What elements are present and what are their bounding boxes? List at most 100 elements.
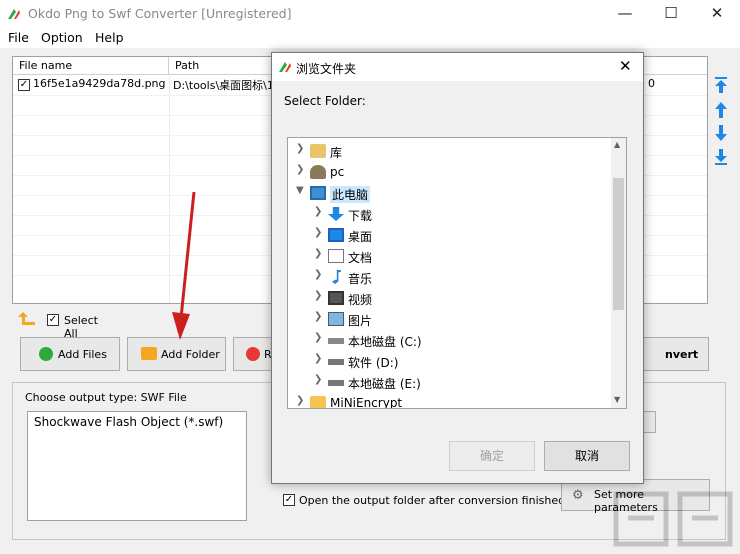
expand-chevron-icon[interactable]: ❯ (314, 311, 322, 322)
folder-icon (141, 347, 157, 360)
scroll-up-icon[interactable]: ▲ (614, 140, 620, 149)
maximize-button[interactable]: ☐ (648, 0, 694, 28)
menu-bar: File Option Help (0, 28, 740, 48)
file-path-cell: D:\tools\桌面图标\1 (173, 79, 273, 92)
add-icon (39, 347, 53, 361)
folder-tree[interactable]: ❯ 库 ❯ pc ▼ 此电脑 ❯ 下载 ❯ 桌面 ❯ 文档 ❯ 音乐 ❯ 视频 ❯ 图片 ❯ 本地磁盘 (C:) ❯ 软件… (287, 137, 627, 409)
app-logo-icon (8, 9, 20, 19)
tree-item[interactable]: ❯ 下载 (288, 204, 611, 224)
tree-item[interactable]: ❯ 本地磁盘 (E:) (288, 372, 611, 392)
tree-item[interactable]: ▼ 此电脑 (288, 183, 611, 203)
expand-chevron-icon[interactable]: ❯ (314, 248, 322, 259)
expand-chevron-icon[interactable]: ❯ (314, 332, 322, 343)
column-header-extra[interactable] (645, 57, 707, 75)
tree-item-label: 库 (330, 146, 343, 160)
select-folder-prompt: Select Folder: (284, 94, 366, 108)
tree-item-label: 软件 (D:) (348, 356, 399, 370)
tree-item[interactable]: ❯ 软件 (D:) (288, 351, 611, 371)
tree-scrollbar[interactable]: ▲ ▼ (611, 138, 626, 408)
tree-item-label: 图片 (348, 314, 373, 328)
tree-item-label: 下载 (348, 209, 373, 223)
dialog-title: 浏览文件夹 (296, 62, 357, 76)
ok-button[interactable]: 确定 (449, 441, 535, 471)
window-title: Okdo Png to Swf Converter [Unregistered] (28, 6, 292, 21)
tree-item-label: 桌面 (348, 230, 373, 244)
collapse-chevron-icon[interactable]: ▼ (296, 185, 304, 196)
tree-item[interactable]: ❯ 音乐 (288, 267, 611, 287)
convert-button[interactable]: nvert (643, 337, 709, 371)
select-all-checkbox[interactable]: ✓ (47, 314, 59, 326)
tree-item[interactable]: ❯ 桌面 (288, 225, 611, 245)
tree-item-label: 文档 (348, 251, 373, 265)
expand-chevron-icon[interactable]: ❯ (314, 269, 322, 280)
row-checkbox[interactable]: ✓ (18, 79, 30, 91)
expand-chevron-icon[interactable]: ❯ (296, 395, 304, 406)
computer-icon (310, 186, 326, 200)
expand-chevron-icon[interactable]: ❯ (314, 374, 322, 385)
output-type-label: Choose output type: SWF File (25, 391, 187, 404)
open-folder-checkbox[interactable]: ✓ (283, 494, 295, 506)
title-bar: Okdo Png to Swf Converter [Unregistered]… (0, 0, 740, 28)
move-bottom-icon[interactable] (714, 148, 728, 166)
file-extra-cell: 0 (648, 77, 655, 90)
dialog-title-bar: 浏览文件夹 ✕ (272, 53, 643, 81)
tree-item[interactable]: ❯ MiNiEncrypt (288, 393, 611, 409)
expand-chevron-icon[interactable]: ❯ (314, 290, 322, 301)
watermark-logo (613, 491, 733, 547)
dialog-close-icon[interactable]: ✕ (619, 57, 632, 75)
remove-icon (246, 347, 260, 361)
move-top-icon[interactable] (714, 76, 728, 94)
tree-item-label: 音乐 (348, 272, 373, 286)
menu-file[interactable]: File (8, 30, 29, 45)
desktop-folder-icon (328, 228, 344, 242)
move-down-icon[interactable] (714, 124, 728, 142)
download-folder-icon (328, 207, 344, 221)
expand-chevron-icon[interactable]: ❯ (314, 353, 322, 364)
expand-chevron-icon[interactable]: ❯ (314, 227, 322, 238)
browse-folder-dialog: 浏览文件夹 ✕ Select Folder: ❯ 库 ❯ pc ▼ 此电脑 ❯ 下载 ❯ 桌面 ❯ 文… (271, 52, 644, 484)
scrollbar-thumb[interactable] (613, 178, 624, 310)
minimize-button[interactable]: — (602, 0, 648, 28)
expand-chevron-icon[interactable]: ❯ (296, 164, 304, 175)
up-level-icon[interactable] (18, 312, 36, 326)
tree-item-label: 视频 (348, 293, 373, 307)
dialog-app-icon (279, 62, 291, 72)
gear-icon: ⚙ (572, 488, 584, 503)
add-files-button[interactable]: Add Files (20, 337, 120, 371)
file-name-cell: 16f5e1a9429da78d.png (33, 77, 166, 90)
tree-item[interactable]: ❯ 库 (288, 141, 611, 161)
menu-option[interactable]: Option (41, 30, 83, 45)
tree-item[interactable]: ❯ 图片 (288, 309, 611, 329)
tree-item[interactable]: ❯ pc (288, 162, 611, 182)
library-icon (310, 144, 326, 158)
cancel-button[interactable]: 取消 (544, 441, 630, 471)
documents-folder-icon (328, 249, 344, 263)
tree-item[interactable]: ❯ 本地磁盘 (C:) (288, 330, 611, 350)
open-folder-label: Open the output folder after conversion … (299, 494, 566, 507)
folder-icon (310, 396, 326, 408)
tree-item-label: pc (330, 165, 345, 179)
remove-button[interactable]: R (233, 337, 273, 371)
pictures-folder-icon (328, 312, 344, 326)
tree-item-label: 此电脑 (330, 186, 371, 203)
output-type-list[interactable]: Shockwave Flash Object (*.swf) (27, 411, 247, 521)
browse-button-edge[interactable] (643, 411, 656, 433)
tree-item-label: MiNiEncrypt (330, 396, 403, 409)
video-folder-icon (328, 291, 344, 305)
menu-help[interactable]: Help (95, 30, 124, 45)
tree-item-label: 本地磁盘 (C:) (348, 335, 422, 349)
music-folder-icon (332, 270, 341, 284)
output-type-option[interactable]: Shockwave Flash Object (*.swf) (34, 415, 223, 429)
drive-icon (328, 359, 344, 365)
user-icon (310, 165, 326, 179)
drive-icon (328, 380, 344, 386)
tree-item[interactable]: ❯ 视频 (288, 288, 611, 308)
expand-chevron-icon[interactable]: ❯ (314, 206, 322, 217)
move-up-icon[interactable] (714, 101, 728, 119)
scroll-down-icon[interactable]: ▼ (614, 395, 620, 404)
column-header-file-name[interactable]: File name (13, 57, 169, 75)
tree-item[interactable]: ❯ 文档 (288, 246, 611, 266)
expand-chevron-icon[interactable]: ❯ (296, 143, 304, 154)
annotation-arrow (172, 191, 196, 340)
close-button[interactable]: ✕ (694, 0, 740, 28)
